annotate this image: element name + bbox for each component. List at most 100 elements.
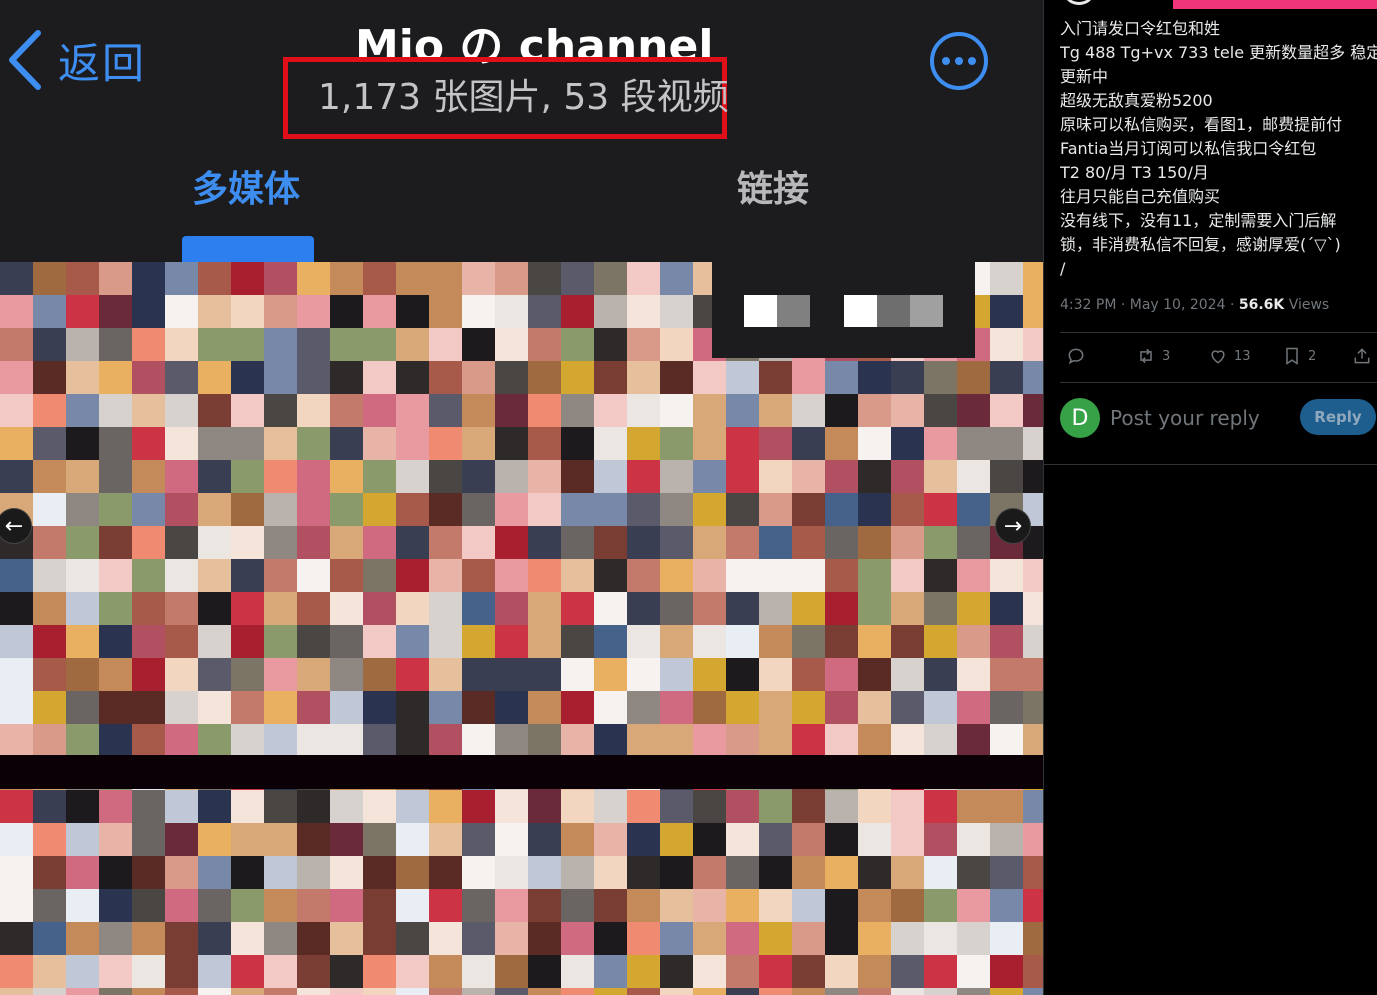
mosaic-cell bbox=[330, 295, 363, 328]
mosaic-cell bbox=[627, 856, 660, 889]
next-button[interactable]: → bbox=[995, 508, 1031, 544]
more-horizontal-icon bbox=[942, 57, 976, 65]
mosaic-cell bbox=[132, 955, 165, 988]
mosaic-cell bbox=[165, 625, 198, 658]
avatar[interactable]: D bbox=[1060, 398, 1100, 438]
mosaic-cell bbox=[33, 394, 66, 427]
bookmark-action[interactable]: 2 bbox=[1282, 346, 1316, 366]
mosaic-cell bbox=[462, 658, 495, 691]
mosaic-cell bbox=[396, 922, 429, 955]
mosaic-cell bbox=[759, 361, 792, 394]
mosaic-cell bbox=[891, 460, 924, 493]
mosaic-cell bbox=[330, 394, 363, 427]
mosaic-cell bbox=[528, 691, 561, 724]
mosaic-cell bbox=[924, 460, 957, 493]
mosaic-cell bbox=[462, 526, 495, 559]
mosaic-cell bbox=[627, 295, 660, 328]
mosaic-cell bbox=[495, 790, 528, 823]
mosaic-cell bbox=[198, 724, 231, 757]
mosaic-cell bbox=[0, 955, 33, 988]
more-button[interactable] bbox=[930, 32, 988, 90]
mosaic-cell bbox=[726, 889, 759, 922]
mosaic-cell bbox=[957, 856, 990, 889]
mosaic-cell bbox=[825, 493, 858, 526]
tweet-timestamp[interactable]: 4:32 PM · May 10, 2024 · bbox=[1060, 297, 1239, 313]
arrow-left-icon: ← bbox=[4, 513, 24, 539]
mosaic-cell bbox=[528, 295, 561, 328]
mosaic-cell bbox=[396, 823, 429, 856]
mosaic-cell bbox=[363, 328, 396, 361]
mosaic-cell bbox=[363, 625, 396, 658]
mosaic-cell bbox=[0, 790, 33, 823]
mosaic-cell bbox=[198, 955, 231, 988]
mosaic-cell bbox=[858, 394, 891, 427]
like-action[interactable]: 13 bbox=[1208, 346, 1251, 366]
mosaic-cell bbox=[660, 625, 693, 658]
mosaic-cell bbox=[924, 427, 957, 460]
mosaic-cell bbox=[231, 856, 264, 889]
mosaic-cell bbox=[1023, 955, 1043, 988]
mosaic-cell bbox=[561, 922, 594, 955]
share-action[interactable] bbox=[1352, 346, 1372, 366]
mosaic-cell bbox=[396, 592, 429, 625]
mosaic-cell bbox=[1023, 790, 1043, 823]
back-button[interactable]: 返回 bbox=[6, 28, 146, 92]
mosaic-cell bbox=[759, 856, 792, 889]
mosaic-cell bbox=[990, 724, 1023, 757]
mosaic-cell bbox=[396, 988, 429, 995]
mosaic-cell bbox=[462, 889, 495, 922]
mosaic-cell bbox=[792, 559, 825, 592]
mosaic-cell bbox=[924, 988, 957, 995]
mosaic-cell bbox=[924, 658, 957, 691]
arrow-right-icon: → bbox=[1003, 513, 1023, 539]
mosaic-cell bbox=[66, 889, 99, 922]
mosaic-cell bbox=[297, 295, 330, 328]
mosaic-cell bbox=[792, 526, 825, 559]
mosaic-cell bbox=[693, 724, 726, 757]
mosaic-cell bbox=[33, 625, 66, 658]
mosaic-cell bbox=[495, 526, 528, 559]
tab-links[interactable]: 链接 bbox=[737, 160, 809, 212]
mosaic-cell bbox=[66, 559, 99, 592]
mosaic-cell bbox=[1023, 625, 1043, 658]
pixelated-media-grid[interactable] bbox=[0, 262, 1043, 995]
mosaic-cell bbox=[594, 922, 627, 955]
mosaic-cell bbox=[759, 658, 792, 691]
mosaic-cell bbox=[165, 922, 198, 955]
mosaic-cell bbox=[165, 592, 198, 625]
mosaic-cell bbox=[231, 460, 264, 493]
mosaic-cell bbox=[66, 724, 99, 757]
reply-button[interactable]: Reply bbox=[1300, 399, 1376, 435]
mosaic-cell bbox=[693, 427, 726, 460]
tweet-meta: 4:32 PM · May 10, 2024 · 56.6K Views bbox=[1060, 297, 1329, 313]
mosaic-cell bbox=[165, 955, 198, 988]
mosaic-cell bbox=[495, 361, 528, 394]
mosaic-cell bbox=[363, 691, 396, 724]
mosaic-cell bbox=[594, 889, 627, 922]
reply-action[interactable] bbox=[1066, 346, 1092, 366]
mosaic-cell bbox=[957, 922, 990, 955]
mosaic-cell bbox=[660, 493, 693, 526]
mosaic-cell bbox=[792, 361, 825, 394]
mosaic-cell bbox=[66, 592, 99, 625]
mosaic-cell bbox=[858, 427, 891, 460]
mosaic-cell bbox=[693, 460, 726, 493]
retweet-action[interactable]: 3 bbox=[1136, 346, 1170, 366]
reply-input[interactable] bbox=[1110, 404, 1295, 432]
mosaic-cell bbox=[132, 262, 165, 295]
mosaic-cell bbox=[924, 889, 957, 922]
mosaic-cell bbox=[726, 955, 759, 988]
mosaic-cell bbox=[594, 295, 627, 328]
mosaic-cell bbox=[660, 526, 693, 559]
mosaic-cell bbox=[0, 559, 33, 592]
mosaic-cell bbox=[528, 856, 561, 889]
mosaic-cell bbox=[66, 988, 99, 995]
mosaic-cell bbox=[231, 790, 264, 823]
tab-media[interactable]: 多媒体 bbox=[192, 160, 300, 212]
mosaic-cell bbox=[561, 361, 594, 394]
mosaic-cell bbox=[231, 724, 264, 757]
overlay-square bbox=[777, 295, 810, 327]
overlay-square bbox=[744, 295, 777, 327]
mosaic-cell bbox=[726, 790, 759, 823]
mosaic-cell bbox=[99, 691, 132, 724]
